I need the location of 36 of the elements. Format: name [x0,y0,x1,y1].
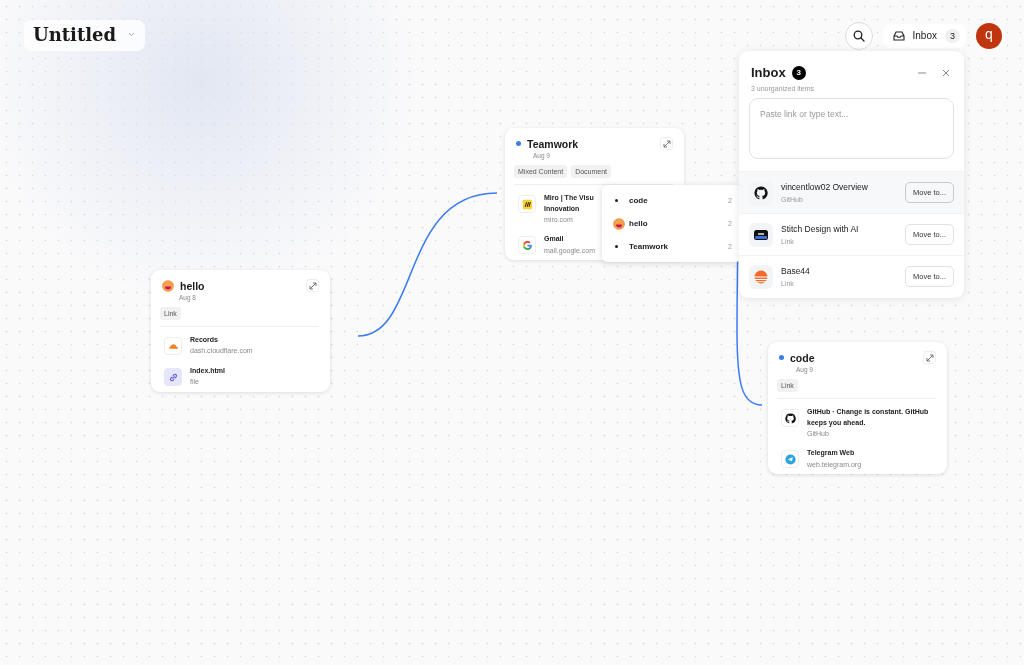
expand-button[interactable] [660,137,673,150]
dot-icon [779,355,784,360]
expand-icon [308,281,317,290]
search-button[interactable] [844,21,873,50]
document-title-button[interactable]: Untitled [24,20,146,51]
paper-plane-icon [784,453,796,465]
github-icon [754,185,768,200]
card-title: Teamwork [527,137,580,150]
dot-icon [615,245,618,248]
inbox-button[interactable]: Inbox 3 [882,23,966,48]
expand-icon [925,353,934,362]
app-icon [754,227,768,242]
emoji-icon [162,279,174,292]
panel-title: Inbox [751,65,786,80]
expand-icon [662,139,671,148]
avatar-button[interactable]: q [976,22,1002,49]
count-badge: 3 [791,65,806,80]
text-input-field[interactable]: Paste link or type text... [749,98,954,159]
card-title: hello [180,279,206,292]
item-title: Stitch Design with AI [781,224,860,234]
card-title: code [790,351,816,364]
count-badge: 3 [945,28,960,43]
close-icon [942,68,950,77]
google-icon [521,239,533,251]
dot-icon [516,141,521,146]
search-icon [852,29,865,42]
item-title: Base44 [781,266,811,276]
emoji-icon [613,217,625,230]
tray-icon [892,30,905,41]
expand-button[interactable] [306,279,319,292]
item-title: vincentlow02 Overview [781,182,869,192]
dot-icon [615,199,618,202]
sun-icon [754,269,768,284]
expand-button[interactable] [923,351,936,364]
caret-icon [128,32,136,37]
minimize-icon [918,71,926,74]
